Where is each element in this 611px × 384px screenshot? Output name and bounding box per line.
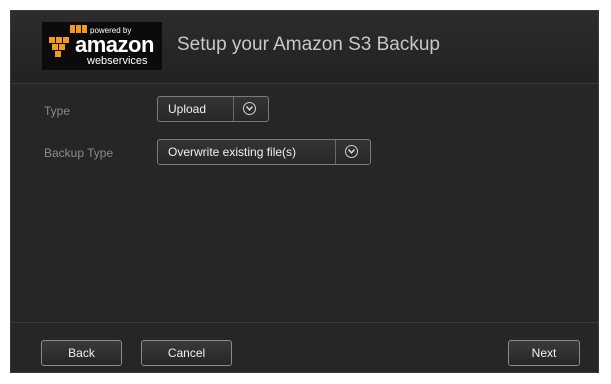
type-select[interactable]: Upload bbox=[157, 96, 269, 122]
backup-type-select[interactable]: Overwrite existing file(s) bbox=[157, 139, 371, 165]
select-divider bbox=[233, 97, 234, 121]
s3-backup-dialog: powered by amazon webservices Setup your… bbox=[10, 10, 599, 373]
cancel-button[interactable]: Cancel bbox=[141, 340, 232, 366]
dialog-header: powered by amazon webservices Setup your… bbox=[11, 11, 598, 84]
chevron-down-icon[interactable] bbox=[345, 145, 358, 158]
aws-logo: powered by amazon webservices bbox=[42, 22, 162, 70]
aws-cubes-icon bbox=[49, 37, 69, 57]
footer-divider bbox=[11, 322, 598, 323]
next-button[interactable]: Next bbox=[508, 340, 580, 366]
backup-type-label: Backup Type bbox=[44, 146, 114, 160]
type-label: Type bbox=[44, 104, 71, 118]
back-button[interactable]: Back bbox=[41, 340, 122, 366]
page-title: Setup your Amazon S3 Backup bbox=[177, 34, 440, 55]
select-divider bbox=[335, 140, 336, 164]
backup-type-select-value: Overwrite existing file(s) bbox=[168, 145, 297, 159]
type-select-value: Upload bbox=[168, 102, 207, 116]
webservices-text: webservices bbox=[87, 55, 148, 67]
chevron-down-icon[interactable] bbox=[243, 102, 256, 115]
amazon-wordmark: amazon bbox=[75, 32, 154, 57]
